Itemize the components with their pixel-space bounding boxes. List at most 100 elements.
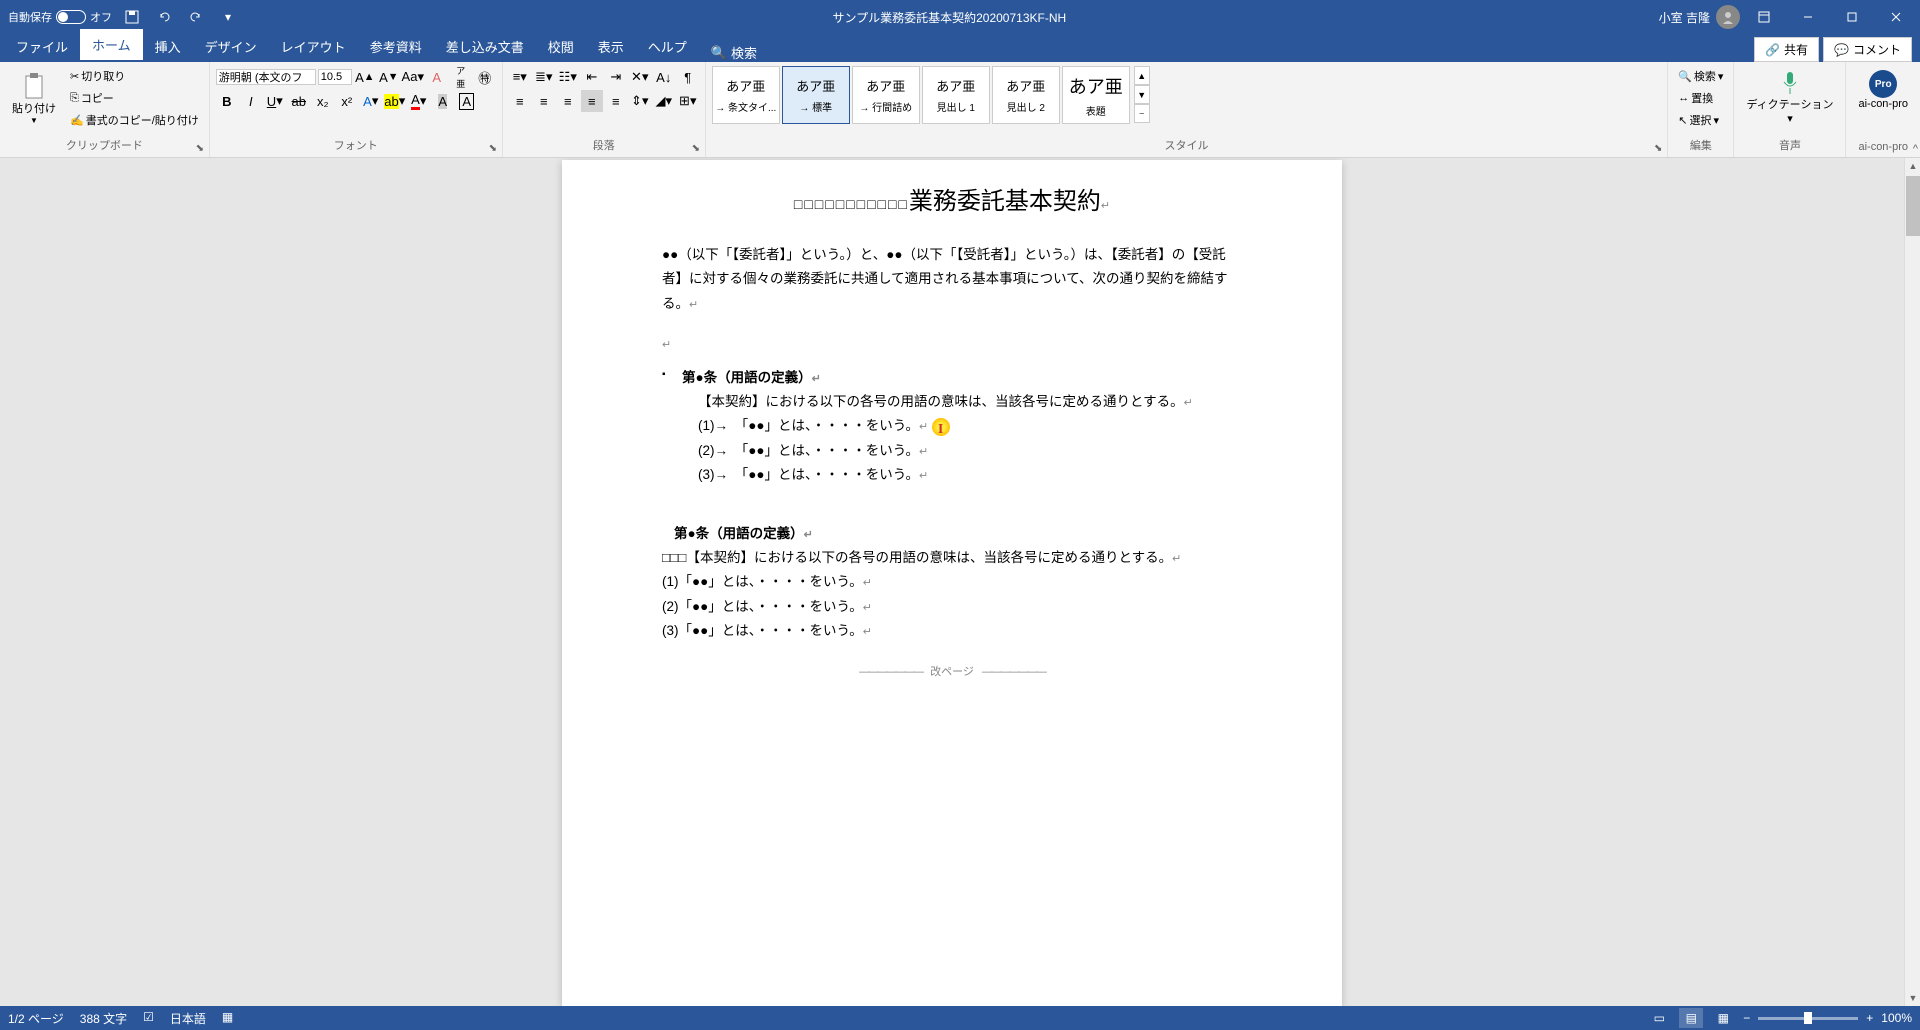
- qat-customize-button[interactable]: ▾: [216, 5, 240, 29]
- asian-layout-button[interactable]: ✕▾: [629, 66, 651, 88]
- borders-button[interactable]: ⊞▾: [677, 90, 699, 112]
- highlight-button[interactable]: ab▾: [384, 90, 406, 112]
- tab-home[interactable]: ホーム: [80, 29, 143, 62]
- tab-mailings[interactable]: 差し込み文書: [434, 31, 536, 62]
- vertical-scrollbar[interactable]: ▲ ▼: [1904, 158, 1920, 1006]
- zoom-out-button[interactable]: −: [1743, 1011, 1750, 1025]
- tab-layout[interactable]: レイアウト: [269, 31, 358, 62]
- spellcheck-icon[interactable]: ☑: [143, 1010, 154, 1027]
- autosave-toggle[interactable]: 自動保存 オフ: [8, 9, 112, 25]
- character-border-button[interactable]: A: [456, 90, 478, 112]
- view-read-button[interactable]: ▭: [1647, 1008, 1671, 1028]
- increase-indent-button[interactable]: ⇥: [605, 66, 627, 88]
- collapse-ribbon-button[interactable]: ^: [1913, 143, 1918, 155]
- strikethrough-button[interactable]: ab: [288, 90, 310, 112]
- italic-button[interactable]: I: [240, 90, 262, 112]
- decrease-indent-button[interactable]: ⇤: [581, 66, 603, 88]
- style-preview: あア亜: [866, 76, 905, 95]
- enclose-characters-button[interactable]: ㊕: [474, 66, 496, 88]
- multilevel-list-button[interactable]: ☷▾: [557, 66, 579, 88]
- tab-file[interactable]: ファイル: [4, 31, 80, 62]
- distributed-button[interactable]: ≡: [605, 90, 627, 112]
- gallery-more-button[interactable]: ⎯: [1134, 104, 1150, 123]
- format-painter-button[interactable]: ✍書式のコピー/貼り付け: [66, 110, 203, 130]
- copy-button[interactable]: ⎘コピー: [66, 88, 203, 108]
- shading-button[interactable]: ◢▾: [653, 90, 675, 112]
- find-button[interactable]: 🔍検索▾: [1674, 66, 1727, 86]
- styles-launcher[interactable]: ⬊: [1651, 141, 1665, 155]
- cut-button[interactable]: ✂切り取り: [66, 66, 203, 86]
- align-center-button[interactable]: ≡: [533, 90, 555, 112]
- decrease-font-button[interactable]: A▼: [378, 66, 400, 88]
- sort-button[interactable]: A↓: [653, 66, 675, 88]
- superscript-button[interactable]: x²: [336, 90, 358, 112]
- align-left-button[interactable]: ≡: [509, 90, 531, 112]
- paste-button[interactable]: 貼り付け ▼: [6, 66, 62, 130]
- clear-formatting-button[interactable]: A: [426, 66, 448, 88]
- search-box[interactable]: 🔍 検索: [711, 43, 757, 62]
- style-item-4[interactable]: あア亜見出し 2: [992, 66, 1060, 124]
- save-button[interactable]: [120, 5, 144, 29]
- share-button[interactable]: 🔗共有: [1754, 37, 1819, 62]
- ribbon-display-button[interactable]: [1744, 0, 1784, 34]
- subscript-button[interactable]: x₂: [312, 90, 334, 112]
- style-item-0[interactable]: あア亜→ 条文タイ...: [712, 66, 780, 124]
- zoom-slider[interactable]: [1758, 1017, 1858, 1020]
- maximize-button[interactable]: [1832, 0, 1872, 34]
- zoom-level[interactable]: 100%: [1881, 1011, 1912, 1025]
- view-print-button[interactable]: ▤: [1679, 1008, 1703, 1028]
- phonetic-guide-button[interactable]: ア亜: [450, 66, 472, 88]
- style-item-3[interactable]: あア亜見出し 1: [922, 66, 990, 124]
- numbering-button[interactable]: ≣▾: [533, 66, 555, 88]
- page[interactable]: □□□□□□□□□□□業務委託基本契約↵ ●●（以下「【委託者】」という。）と、…: [562, 160, 1342, 1006]
- view-web-button[interactable]: ▦: [1711, 1008, 1735, 1028]
- character-shading-button[interactable]: A: [432, 90, 454, 112]
- text-effects-button[interactable]: A▾: [360, 90, 382, 112]
- style-item-5[interactable]: あア亜表題: [1062, 66, 1130, 124]
- zoom-in-button[interactable]: +: [1866, 1011, 1873, 1025]
- line-spacing-button[interactable]: ⇕▾: [629, 90, 651, 112]
- style-item-2[interactable]: あア亜→ 行間詰め: [852, 66, 920, 124]
- justify-button[interactable]: ≡: [581, 90, 603, 112]
- font-launcher[interactable]: ⬊: [486, 141, 500, 155]
- close-button[interactable]: [1876, 0, 1916, 34]
- tab-insert[interactable]: 挿入: [143, 31, 193, 62]
- show-marks-button[interactable]: ¶: [677, 66, 699, 88]
- user-account[interactable]: 小室 吉隆: [1659, 5, 1740, 29]
- scroll-up-button[interactable]: ▲: [1905, 158, 1920, 174]
- page-count[interactable]: 1/2 ページ: [8, 1010, 64, 1027]
- font-size-select[interactable]: [318, 69, 352, 85]
- increase-font-button[interactable]: A▲: [354, 66, 376, 88]
- undo-button[interactable]: [152, 5, 176, 29]
- paragraph-launcher[interactable]: ⬊: [689, 141, 703, 155]
- comment-button[interactable]: 💬コメント: [1823, 37, 1912, 62]
- language-status[interactable]: 日本語: [170, 1010, 206, 1027]
- scroll-thumb[interactable]: [1906, 176, 1920, 236]
- select-button[interactable]: ↖選択▾: [1674, 110, 1727, 130]
- dictate-button[interactable]: ディクテーション▾: [1740, 66, 1839, 129]
- align-right-button[interactable]: ≡: [557, 90, 579, 112]
- tab-design[interactable]: デザイン: [193, 31, 269, 62]
- word-count[interactable]: 388 文字: [80, 1010, 127, 1027]
- tab-references[interactable]: 参考資料: [358, 31, 434, 62]
- bullets-button[interactable]: ≡▾: [509, 66, 531, 88]
- macro-icon[interactable]: ▦: [222, 1010, 233, 1027]
- gallery-down-button[interactable]: ▼: [1134, 85, 1150, 104]
- scroll-down-button[interactable]: ▼: [1905, 990, 1920, 1006]
- minimize-button[interactable]: [1788, 0, 1828, 34]
- tab-review[interactable]: 校閲: [536, 31, 586, 62]
- style-item-1[interactable]: あア亜→ 標準: [782, 66, 850, 124]
- bold-button[interactable]: B: [216, 90, 238, 112]
- tab-view[interactable]: 表示: [586, 31, 636, 62]
- document-area[interactable]: □□□□□□□□□□□業務委託基本契約↵ ●●（以下「【委託者】」という。）と、…: [0, 158, 1904, 1006]
- font-name-select[interactable]: [216, 69, 316, 85]
- change-case-button[interactable]: Aa▾: [402, 66, 424, 88]
- font-color-button[interactable]: A▾: [408, 90, 430, 112]
- tab-help[interactable]: ヘルプ: [636, 31, 699, 62]
- replace-button[interactable]: ↔置換: [1674, 88, 1727, 108]
- underline-button[interactable]: U▾: [264, 90, 286, 112]
- redo-button[interactable]: [184, 5, 208, 29]
- gallery-up-button[interactable]: ▲: [1134, 66, 1150, 85]
- addin-button[interactable]: Pro ai-con-pro: [1852, 66, 1914, 114]
- clipboard-launcher[interactable]: ⬊: [193, 141, 207, 155]
